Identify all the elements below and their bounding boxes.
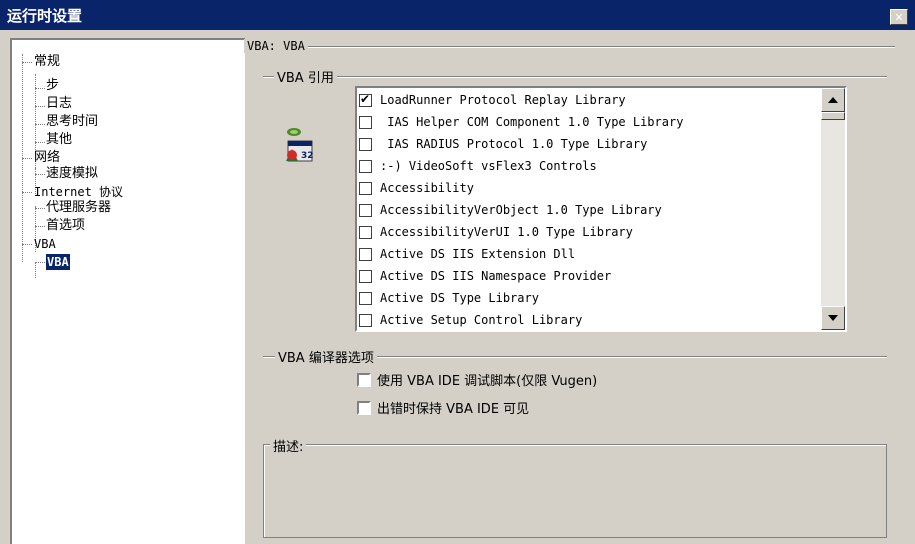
tree-line xyxy=(22,62,32,63)
reference-label: :-) VideoSoft vsFlex3 Controls xyxy=(380,159,597,173)
debug-with-ide-label: 使用 VBA IDE 调试脚本(仅限 Vugen) xyxy=(377,374,598,389)
reference-checkbox[interactable] xyxy=(359,181,372,195)
reference-checkbox[interactable] xyxy=(359,313,372,327)
window-title: 运行时设置 xyxy=(7,7,83,25)
panel-title: VBA: VBA xyxy=(244,39,308,53)
reference-checkbox[interactable] xyxy=(359,269,372,283)
tree-line xyxy=(35,174,45,175)
close-button[interactable]: ✕ xyxy=(890,9,908,25)
tree-item-preferences[interactable]: 首选项 xyxy=(46,218,85,234)
reference-item[interactable]: Accessibility xyxy=(359,177,474,199)
tree-line xyxy=(22,244,32,245)
title-bar: 运行时设置 ✕ xyxy=(0,0,915,30)
tree-item-internet-protocol[interactable]: Internet 协议 xyxy=(34,184,123,200)
tree-line xyxy=(22,192,32,193)
tree-item-misc[interactable]: 其他 xyxy=(46,132,72,148)
scroll-thumb[interactable] xyxy=(821,112,845,120)
reference-item[interactable]: Active DS IIS Namespace Provider xyxy=(359,265,611,287)
keep-ide-visible-option[interactable]: 出错时保持 VBA IDE 可见 xyxy=(357,398,529,417)
reference-item[interactable]: Active DS IIS Extension Dll xyxy=(359,243,575,265)
reference-checkbox[interactable] xyxy=(359,137,372,151)
tree-line xyxy=(35,124,45,125)
reference-checkbox[interactable] xyxy=(359,203,372,217)
reference-checkbox[interactable] xyxy=(359,92,372,107)
tree-item-general[interactable]: 常规 xyxy=(34,54,60,70)
reference-label: Active Setup Control Library xyxy=(380,313,583,327)
tree-item-vba[interactable]: VBA xyxy=(34,236,56,252)
tree-item-log[interactable]: 日志 xyxy=(46,96,72,112)
reference-checkbox[interactable] xyxy=(359,291,372,305)
scroll-down-icon xyxy=(828,315,838,321)
reference-item[interactable]: AccessibilityVerUI 1.0 Type Library xyxy=(359,221,633,243)
reference-label: Active DS Type Library xyxy=(380,291,539,305)
reference-item[interactable]: LoadRunner Protocol Replay Library xyxy=(359,89,626,111)
description-box xyxy=(263,444,887,538)
scroll-down-button[interactable] xyxy=(821,306,845,330)
keep-ide-visible-label: 出错时保持 VBA IDE 可见 xyxy=(377,402,530,417)
tree-item-vba-selected[interactable]: VBA xyxy=(46,254,70,270)
debug-with-ide-checkbox[interactable] xyxy=(357,372,371,387)
compiler-group-label: VBA 编译器选项 xyxy=(275,347,377,366)
tree-item-think-time[interactable]: 思考时间 xyxy=(46,114,98,130)
reference-item[interactable]: AccessibilityVerObject 1.0 Type Library xyxy=(359,199,662,221)
tree-line xyxy=(35,262,36,278)
description-label: 描述: xyxy=(270,436,307,455)
tree-item-network[interactable]: 网络 xyxy=(34,150,60,166)
reference-item[interactable]: Active Setup Control Library xyxy=(359,309,583,330)
tree-line xyxy=(35,142,45,143)
reference-label: Accessibility xyxy=(380,181,474,195)
reference-checkbox[interactable] xyxy=(359,115,372,129)
keep-ide-visible-checkbox[interactable] xyxy=(357,400,371,415)
references-scrollbar[interactable] xyxy=(821,88,845,330)
tree-item-pacing[interactable]: 步 xyxy=(46,78,59,94)
tree-line xyxy=(35,208,45,209)
reference-checkbox[interactable] xyxy=(359,225,372,239)
tree-line xyxy=(35,226,45,227)
vba-library-icon: 32 xyxy=(286,128,314,162)
reference-item[interactable]: Active DS Type Library xyxy=(359,287,539,309)
tree-item-proxy[interactable]: 代理服务器 xyxy=(46,200,111,216)
tree-item-speed-simulation[interactable]: 速度模拟 xyxy=(46,166,98,182)
reference-label: AccessibilityVerObject 1.0 Type Library xyxy=(380,203,662,217)
reference-label: LoadRunner Protocol Replay Library xyxy=(380,93,626,107)
reference-item[interactable]: IAS RADIUS Protocol 1.0 Type Library xyxy=(359,133,647,155)
tree-line xyxy=(35,262,45,263)
close-icon: ✕ xyxy=(894,10,904,24)
reference-label: IAS Helper COM Component 1.0 Type Librar… xyxy=(380,115,684,129)
references-group-label: VBA 引用 xyxy=(274,67,337,86)
tree-line xyxy=(22,158,32,159)
references-group-line xyxy=(263,76,887,78)
reference-label: AccessibilityVerUI 1.0 Type Library xyxy=(380,225,633,239)
reference-checkbox[interactable] xyxy=(359,159,372,173)
reference-checkbox[interactable] xyxy=(359,247,372,261)
reference-item[interactable]: IAS Helper COM Component 1.0 Type Librar… xyxy=(359,111,683,133)
reference-label: Active DS IIS Extension Dll xyxy=(380,247,576,261)
debug-with-ide-option[interactable]: 使用 VBA IDE 调试脚本(仅限 Vugen) xyxy=(357,370,597,389)
settings-tree[interactable]: 常规 步 日志 思考时间 其他 网络 速度模拟 Internet 协议 代理服务… xyxy=(10,38,245,544)
svg-text:32: 32 xyxy=(301,151,314,161)
scroll-up-button[interactable] xyxy=(821,88,845,112)
reference-label: Active DS IIS Namespace Provider xyxy=(380,269,612,283)
reference-item[interactable]: :-) VideoSoft vsFlex3 Controls xyxy=(359,155,597,177)
tree-line xyxy=(35,88,45,89)
references-list[interactable]: LoadRunner Protocol Replay Library IAS H… xyxy=(355,86,847,332)
reference-label: IAS RADIUS Protocol 1.0 Type Library xyxy=(380,137,648,151)
panel-title-line xyxy=(245,46,895,48)
tree-line xyxy=(35,106,45,107)
scroll-up-icon xyxy=(828,97,838,103)
